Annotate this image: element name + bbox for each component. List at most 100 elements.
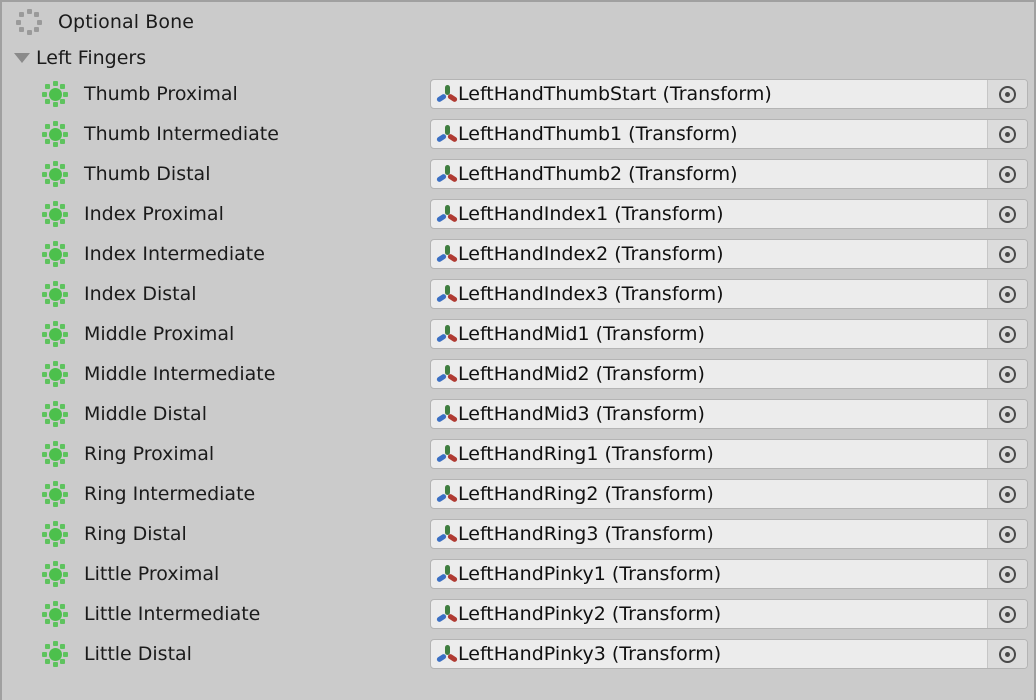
bone-object-field[interactable]: LeftHandPinky3 (Transform) — [430, 639, 1028, 669]
bone-rows-list: Thumb Proximal LeftHandThumbStart (Transf… — [2, 74, 1034, 674]
bone-row: Index Intermediate LeftHandIndex2 (Transf… — [2, 234, 1034, 274]
bone-object-field[interactable]: LeftHandIndex3 (Transform) — [430, 279, 1028, 309]
transform-gizmo-icon — [435, 125, 459, 143]
bone-object-field-value: LeftHandRing3 (Transform) — [458, 523, 714, 545]
bone-object-field-value: LeftHandThumb2 (Transform) — [458, 163, 738, 185]
assigned-bone-icon[interactable] — [40, 599, 70, 629]
object-picker-icon[interactable] — [987, 360, 1027, 388]
assigned-bone-icon[interactable] — [40, 519, 70, 549]
assigned-bone-icon[interactable] — [40, 639, 70, 669]
bone-row: Middle Proximal LeftHandMid1 (Transform) — [2, 314, 1034, 354]
transform-gizmo-icon — [435, 405, 459, 423]
object-picker-icon[interactable] — [987, 280, 1027, 308]
bone-row: Index Proximal LeftHandIndex1 (Transform) — [2, 194, 1034, 234]
bone-object-field[interactable]: LeftHandRing3 (Transform) — [430, 519, 1028, 549]
bone-row: Thumb Proximal LeftHandThumbStart (Transf… — [2, 74, 1034, 114]
bone-row-label: Index Proximal — [84, 203, 224, 225]
bone-object-field-value: LeftHandMid2 (Transform) — [458, 363, 705, 385]
assigned-bone-icon[interactable] — [40, 119, 70, 149]
bone-row-label: Little Intermediate — [84, 603, 261, 625]
bone-object-field[interactable]: LeftHandMid1 (Transform) — [430, 319, 1028, 349]
object-picker-icon[interactable] — [987, 320, 1027, 348]
transform-gizmo-icon — [435, 285, 459, 303]
bone-object-field[interactable]: LeftHandRing1 (Transform) — [430, 439, 1028, 469]
bone-row-label: Ring Intermediate — [84, 483, 256, 505]
bone-object-field[interactable]: LeftHandThumb2 (Transform) — [430, 159, 1028, 189]
bone-row-label: Ring Distal — [84, 523, 187, 545]
transform-gizmo-icon — [435, 445, 459, 463]
bone-object-field[interactable]: LeftHandPinky2 (Transform) — [430, 599, 1028, 629]
object-picker-icon[interactable] — [987, 80, 1027, 108]
bone-row-label: Middle Proximal — [84, 323, 235, 345]
transform-gizmo-icon — [435, 485, 459, 503]
object-picker-icon[interactable] — [987, 640, 1027, 668]
assigned-bone-icon[interactable] — [40, 479, 70, 509]
bone-row: Ring Intermediate LeftHandRing2 (Transfor… — [2, 474, 1034, 514]
bone-object-field-value: LeftHandIndex2 (Transform) — [458, 243, 724, 265]
left-fingers-foldout[interactable]: Left Fingers — [2, 42, 1034, 74]
bone-object-field-value: LeftHandPinky2 (Transform) — [458, 603, 722, 625]
object-picker-icon[interactable] — [987, 560, 1027, 588]
bone-object-field-value: LeftHandMid1 (Transform) — [458, 323, 705, 345]
bone-object-field-value: LeftHandRing1 (Transform) — [458, 443, 714, 465]
bone-row: Little Distal LeftHandPinky3 (Transform) — [2, 634, 1034, 674]
bone-row: Ring Proximal LeftHandRing1 (Transform) — [2, 434, 1034, 474]
assigned-bone-icon[interactable] — [40, 319, 70, 349]
object-picker-icon[interactable] — [987, 160, 1027, 188]
transform-gizmo-icon — [435, 85, 459, 103]
bone-row: Thumb Intermediate LeftHandThumb1 (Transf… — [2, 114, 1034, 154]
object-picker-icon[interactable] — [987, 440, 1027, 468]
bone-row: Little Intermediate LeftHandPinky2 (Trans… — [2, 594, 1034, 634]
transform-gizmo-icon — [435, 205, 459, 223]
assigned-bone-icon[interactable] — [40, 79, 70, 109]
assigned-bone-icon[interactable] — [40, 559, 70, 589]
avatar-bone-mapping-panel: Optional Bone Left Fingers Thumb Proxima… — [0, 0, 1036, 700]
bone-object-field[interactable]: LeftHandMid2 (Transform) — [430, 359, 1028, 389]
object-picker-icon[interactable] — [987, 120, 1027, 148]
bone-object-field[interactable]: LeftHandThumb1 (Transform) — [430, 119, 1028, 149]
bone-object-field[interactable]: LeftHandThumbStart (Transform) — [430, 79, 1028, 109]
bone-row: Little Proximal LeftHandPinky1 (Transform… — [2, 554, 1034, 594]
bone-row-label: Ring Proximal — [84, 443, 215, 465]
bone-row-label: Index Distal — [84, 283, 197, 305]
transform-gizmo-icon — [435, 165, 459, 183]
bone-object-field-value: LeftHandMid3 (Transform) — [458, 403, 705, 425]
bone-object-field-value: LeftHandThumbStart (Transform) — [458, 83, 772, 105]
object-picker-icon[interactable] — [987, 200, 1027, 228]
assigned-bone-icon[interactable] — [40, 439, 70, 469]
bone-object-field-value: LeftHandPinky1 (Transform) — [458, 563, 722, 585]
bone-object-field-value: LeftHandThumb1 (Transform) — [458, 123, 738, 145]
bone-object-field[interactable]: LeftHandMid3 (Transform) — [430, 399, 1028, 429]
object-picker-icon[interactable] — [987, 520, 1027, 548]
assigned-bone-icon[interactable] — [40, 199, 70, 229]
assigned-bone-icon[interactable] — [40, 279, 70, 309]
optional-bone-legend-label: Optional Bone — [58, 11, 195, 33]
bone-object-field[interactable]: LeftHandIndex1 (Transform) — [430, 199, 1028, 229]
bone-object-field[interactable]: LeftHandRing2 (Transform) — [430, 479, 1028, 509]
transform-gizmo-icon — [435, 525, 459, 543]
chevron-down-icon[interactable] — [14, 53, 30, 63]
bone-row: Middle Intermediate LeftHandMid2 (Transfo… — [2, 354, 1034, 394]
assigned-bone-icon[interactable] — [40, 359, 70, 389]
object-picker-icon[interactable] — [987, 400, 1027, 428]
bone-row-label: Little Proximal — [84, 563, 220, 585]
optional-bone-icon — [14, 7, 44, 37]
bone-object-field[interactable]: LeftHandIndex2 (Transform) — [430, 239, 1028, 269]
assigned-bone-icon[interactable] — [40, 239, 70, 269]
bone-object-field-value: LeftHandPinky3 (Transform) — [458, 643, 722, 665]
object-picker-icon[interactable] — [987, 600, 1027, 628]
transform-gizmo-icon — [435, 645, 459, 663]
bone-row-label: Index Intermediate — [84, 243, 265, 265]
bone-row: Index Distal LeftHandIndex3 (Transform) — [2, 274, 1034, 314]
bone-object-field[interactable]: LeftHandPinky1 (Transform) — [430, 559, 1028, 589]
bone-row: Thumb Distal LeftHandThumb2 (Transform) — [2, 154, 1034, 194]
bone-row-label: Middle Distal — [84, 403, 207, 425]
transform-gizmo-icon — [435, 565, 459, 583]
assigned-bone-icon[interactable] — [40, 399, 70, 429]
bone-row-label: Thumb Distal — [84, 163, 211, 185]
object-picker-icon[interactable] — [987, 240, 1027, 268]
transform-gizmo-icon — [435, 325, 459, 343]
bone-object-field-value: LeftHandIndex3 (Transform) — [458, 283, 724, 305]
object-picker-icon[interactable] — [987, 480, 1027, 508]
assigned-bone-icon[interactable] — [40, 159, 70, 189]
